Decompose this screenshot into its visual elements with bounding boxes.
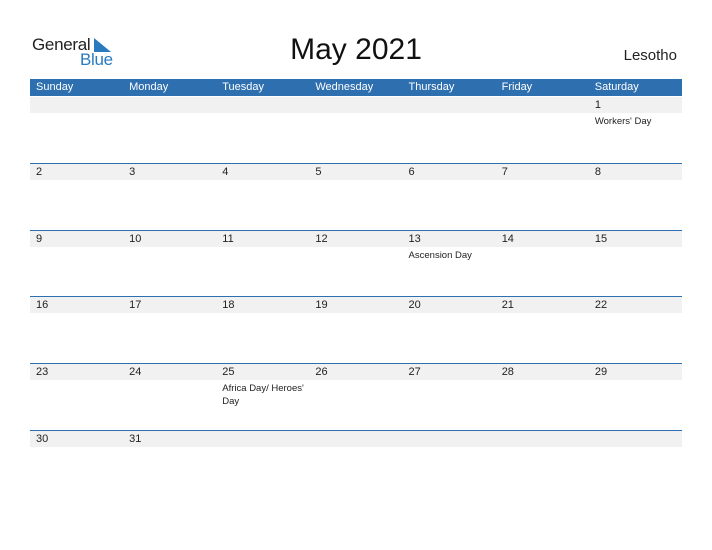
day-cell: 4 [216,164,309,230]
day-cell: 24 [123,364,216,430]
weekday-sunday: Sunday [36,81,74,93]
day-number: 30 [36,433,49,445]
day-number: 28 [501,366,514,378]
day-number: 25 [222,366,235,378]
day-number: 13 [408,233,421,245]
day-number: 15 [594,233,608,245]
day-cell: 23 [30,364,123,430]
weekday-monday: Monday [129,81,169,93]
day-cell [589,431,682,497]
day-cell: 19 [309,297,402,363]
calendar-title: May 2021 [290,33,422,66]
country-label: Lesotho [623,47,677,64]
day-number: 5 [315,166,322,178]
weekday-friday: Friday [501,81,533,93]
day-cell: 6 [403,164,496,230]
day-cell: 16 [30,297,123,363]
weekday-header: Sunday Monday Tuesday Wednesday Thursday… [30,79,682,96]
day-cell [216,97,309,163]
day-cell: 1 Workers' Day [589,97,682,163]
day-number: 7 [501,166,508,178]
day-number: 4 [222,166,229,178]
day-number: 22 [594,299,608,311]
day-number: 8 [594,166,601,178]
day-cell: 8 [589,164,682,230]
day-cell [123,97,216,163]
day-cell: 27 [403,364,496,430]
day-cell: 14 [496,231,589,297]
day-number: 27 [408,366,421,378]
day-cell [403,97,496,163]
day-number: 23 [36,366,49,378]
day-number: 14 [501,233,514,245]
week-row: 23 24 25 Africa Day/ Heroes' Day 26 27 28 29 [30,363,682,430]
day-cell: 3 [123,164,216,230]
day-cell: 18 [216,297,309,363]
day-cell: 12 [309,231,402,297]
day-cell: 31 [123,431,216,497]
day-cell: 9 [30,231,123,297]
day-cell: 10 [123,231,216,297]
day-number: 2 [36,166,43,178]
holiday-label: Africa Day/ Heroes' Day [222,383,304,407]
day-cell: 17 [123,297,216,363]
day-number: 31 [129,433,142,445]
day-number: 29 [594,366,608,378]
day-cell [30,97,123,163]
day-number: 16 [36,299,49,311]
week-row: 9 10 11 12 13 Ascension Day 14 15 [30,230,682,297]
day-cell: 20 [403,297,496,363]
day-number: 20 [408,299,421,311]
day-cell: 28 [496,364,589,430]
day-number: 24 [129,366,142,378]
day-number: 19 [315,299,328,311]
day-number: 1 [594,99,601,111]
day-cell [496,97,589,163]
day-cell: 11 [216,231,309,297]
day-cell: 2 [30,164,123,230]
day-cell: 13 Ascension Day [403,231,496,297]
week-row: 16 17 18 19 20 21 22 [30,296,682,363]
day-number: 12 [315,233,328,245]
day-number: 11 [222,233,234,245]
day-cell [496,431,589,497]
holiday-label: Ascension Day [408,250,472,261]
day-number: 21 [501,299,514,311]
day-cell: 30 [30,431,123,497]
weekday-wednesday: Wednesday [315,81,374,93]
day-number: 17 [129,299,142,311]
day-cell: 5 [309,164,402,230]
weekday-tuesday: Tuesday [222,81,265,93]
weekday-thursday: Thursday [408,81,455,93]
week-row: 1 Workers' Day [30,97,682,163]
day-cell: 15 [589,231,682,297]
day-cell: 7 [496,164,589,230]
day-number: 26 [315,366,328,378]
day-cell [216,431,309,497]
day-number: 10 [129,233,142,245]
day-cell: 21 [496,297,589,363]
week-row: 2 3 4 5 6 7 8 [30,163,682,230]
day-number: 18 [222,299,235,311]
day-cell: 26 [309,364,402,430]
day-number: 9 [36,233,43,245]
day-cell: 22 [589,297,682,363]
day-cell [309,431,402,497]
day-cell [403,431,496,497]
weekday-saturday: Saturday [594,81,639,93]
week-row: 30 31 [30,430,682,497]
day-cell: 25 Africa Day/ Heroes' Day [216,364,309,430]
holiday-label: Workers' Day [594,116,652,127]
day-number: 3 [129,166,136,178]
day-cell [309,97,402,163]
day-cell: 29 [589,364,682,430]
day-number: 6 [408,166,415,178]
